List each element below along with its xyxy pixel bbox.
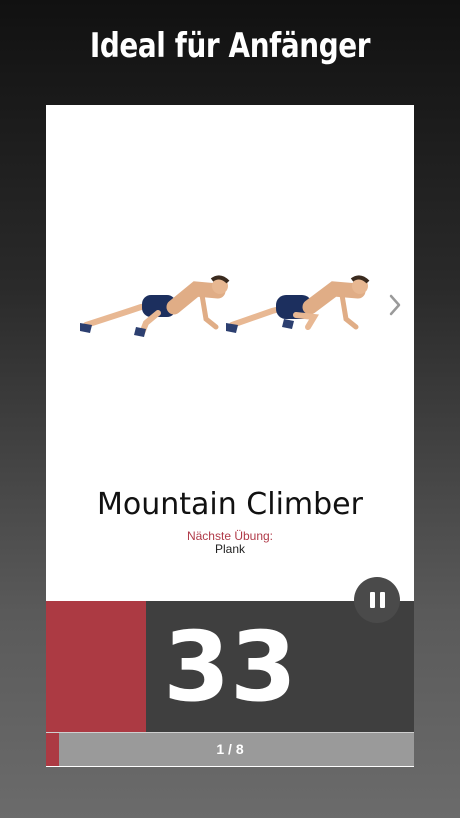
countdown-seconds: 33 (163, 610, 297, 723)
workout-progress-bar: 1 / 8 (46, 732, 414, 766)
next-exercise-value: Plank (214, 542, 246, 556)
promo-headline: Ideal für Anfänger (89, 26, 371, 66)
exercise-figure-knee-drive (226, 275, 370, 333)
timer-accent-block (46, 601, 146, 732)
workout-progress-label: 1 / 8 (216, 741, 244, 757)
pause-button[interactable] (354, 577, 400, 623)
pause-icon (367, 592, 387, 608)
timer-panel: 33 (46, 601, 414, 732)
exercise-title: Mountain Climber (97, 487, 363, 522)
workout-card: Mountain Climber Nächste Übung: Plank 33… (46, 105, 414, 767)
exercise-figure-start (80, 275, 230, 337)
exercise-illustration (80, 275, 370, 337)
next-exercise-label: Nächste Übung: (186, 529, 274, 543)
next-exercise-button[interactable] (382, 290, 408, 320)
chevron-right-icon (389, 294, 401, 316)
